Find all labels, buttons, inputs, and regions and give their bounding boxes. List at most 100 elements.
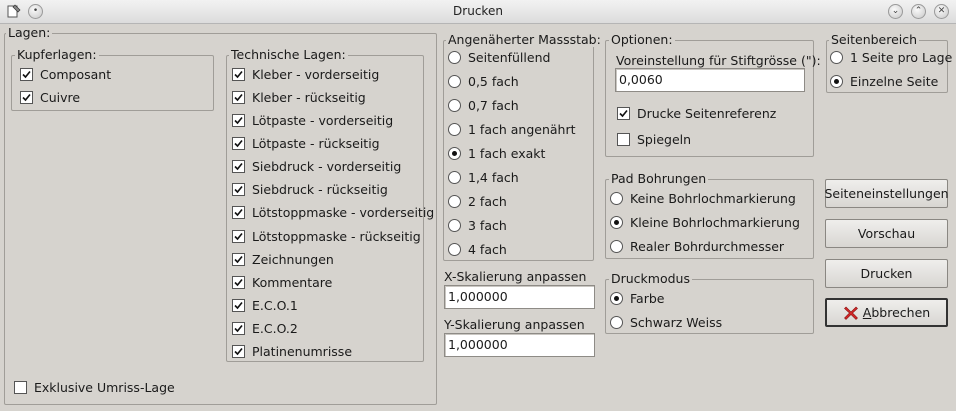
scale-option-radio[interactable]: 4 fach: [448, 240, 507, 258]
scale-option-label: 1,4 fach: [468, 169, 519, 185]
radio-circle[interactable]: [610, 291, 623, 305]
radio-circle[interactable]: [830, 74, 843, 88]
technical-layer-checkbox[interactable]: Lötstoppmaske - vorderseitig: [232, 204, 434, 222]
radio-circle[interactable]: [610, 215, 623, 229]
print-button[interactable]: Drucken: [825, 259, 948, 288]
checkbox-box[interactable]: [232, 299, 245, 312]
radio-circle[interactable]: [448, 242, 461, 256]
page-reference-checkbox[interactable]: Drucke Seitenreferenz: [617, 104, 776, 122]
checkbox-box[interactable]: [232, 252, 245, 266]
technical-layer-checkbox[interactable]: Siebdruck - rückseitig: [232, 181, 388, 199]
checkbox-box[interactable]: [232, 183, 245, 197]
scale-option-label: 2 fach: [468, 193, 507, 209]
drill-group-label: Pad Bohrungen: [609, 171, 709, 186]
technical-layer-checkbox[interactable]: Platinenumrisse: [232, 343, 352, 361]
page-range-option-label: 1 Seite pro Lage: [850, 49, 953, 65]
drill-option-radio[interactable]: Realer Bohrdurchmesser: [610, 237, 784, 255]
technical-layer-label: Kleber - rückseitig: [252, 89, 366, 105]
checkbox-box[interactable]: [232, 113, 245, 127]
radio-circle[interactable]: [448, 98, 461, 112]
drill-option-label: Kleine Bohrlochmarkierung: [630, 214, 800, 230]
technical-layer-label: Lötpaste - vorderseitig: [252, 112, 394, 128]
y-scale-input[interactable]: 1,000000: [444, 333, 595, 357]
checkbox-box[interactable]: [232, 90, 245, 104]
checkbox-box[interactable]: [14, 380, 27, 394]
checkbox-box[interactable]: [232, 206, 245, 220]
print-mode-option-radio[interactable]: Schwarz Weiss: [610, 313, 722, 331]
page-range-option-radio[interactable]: Einzelne Seite: [830, 72, 938, 90]
technical-layer-checkbox[interactable]: E.C.O.1: [232, 297, 298, 315]
scale-option-label: 4 fach: [468, 241, 507, 257]
technical-layer-checkbox[interactable]: Kleber - rückseitig: [232, 88, 366, 106]
checkbox-box[interactable]: [232, 229, 245, 243]
radio-circle[interactable]: [448, 170, 461, 184]
copper-layer-checkbox[interactable]: Cuivre: [20, 89, 80, 107]
minimize-icon[interactable]: ⌄: [888, 4, 903, 19]
preview-button[interactable]: Vorschau: [825, 219, 948, 248]
y-scale-label: Y-Skalierung anpassen: [444, 317, 585, 332]
checkbox-box[interactable]: [232, 160, 245, 174]
radio-circle[interactable]: [830, 50, 843, 64]
checkbox-box[interactable]: [232, 136, 245, 150]
x-scale-label: X-Skalierung anpassen: [444, 269, 587, 284]
radio-circle[interactable]: [448, 146, 461, 160]
checkbox-box[interactable]: [20, 67, 33, 81]
radio-circle[interactable]: [610, 315, 623, 329]
close-icon[interactable]: ✕: [934, 4, 949, 19]
checkbox-box[interactable]: [232, 345, 245, 359]
radio-circle[interactable]: [448, 194, 461, 208]
scale-option-radio[interactable]: 0,7 fach: [448, 96, 519, 114]
technical-layer-checkbox[interactable]: Lötpaste - rückseitig: [232, 134, 380, 152]
radio-circle[interactable]: [448, 218, 461, 232]
technical-layer-checkbox[interactable]: Lötstoppmaske - rückseitig: [232, 227, 421, 245]
pen-size-input[interactable]: 0,0060: [615, 68, 805, 92]
scale-option-radio[interactable]: 0,5 fach: [448, 72, 519, 90]
checkbox-box[interactable]: [232, 275, 245, 289]
page-range-option-radio[interactable]: 1 Seite pro Lage: [830, 48, 952, 66]
checkbox-box[interactable]: [232, 67, 245, 81]
scale-option-radio[interactable]: 1,4 fach: [448, 168, 519, 186]
technical-layer-checkbox[interactable]: Lötpaste - vorderseitig: [232, 111, 393, 129]
checkbox-box[interactable]: [20, 91, 33, 104]
technical-layer-checkbox[interactable]: Kommentare: [232, 273, 332, 291]
page-setup-button[interactable]: Seiteneinstellungen: [824, 179, 949, 208]
mirror-checkbox[interactable]: Spiegeln: [617, 130, 691, 148]
radio-circle[interactable]: [448, 50, 461, 64]
checkbox-box[interactable]: [617, 106, 630, 120]
radio-circle[interactable]: [448, 74, 461, 88]
scale-option-label: 0,7 fach: [468, 97, 519, 113]
technical-layer-checkbox[interactable]: Kleber - vorderseitig: [232, 65, 379, 83]
radio-selected-dot: [614, 219, 619, 225]
drill-option-radio[interactable]: Keine Bohrlochmarkierung: [610, 189, 796, 207]
technical-layer-checkbox[interactable]: Siebdruck - vorderseitig: [232, 158, 401, 176]
copper-layer-label: Composant: [40, 66, 112, 82]
cancel-label-mnemonic: A: [862, 305, 872, 320]
scale-option-radio[interactable]: 1 fach angenährt: [448, 120, 576, 138]
technical-layer-checkbox[interactable]: E.C.O.2: [232, 320, 298, 338]
scale-option-radio[interactable]: 1 fach exakt: [448, 144, 545, 162]
copper-layer-label: Cuivre: [40, 90, 81, 105]
radio-circle[interactable]: [448, 122, 461, 136]
checkbox-box[interactable]: [617, 132, 630, 146]
drill-option-radio[interactable]: Kleine Bohrlochmarkierung: [610, 213, 800, 231]
title-bar[interactable]: • Drucken ⌄ ⌃ ✕: [0, 0, 956, 24]
drill-option-label: Realer Bohrdurchmesser: [630, 238, 785, 254]
scale-option-radio[interactable]: 2 fach: [448, 192, 507, 210]
maximize-icon[interactable]: ⌃: [911, 4, 926, 19]
copper-layer-checkbox[interactable]: Composant: [20, 65, 111, 83]
checkbox-box[interactable]: [232, 322, 245, 336]
exclusive-edge-checkbox[interactable]: Exklusive Umriss-Lage: [14, 378, 175, 396]
copper-layers-label: Kupferlagen:: [15, 47, 99, 62]
scale-option-radio[interactable]: 3 fach: [448, 216, 507, 234]
technical-layer-label: Zeichnungen: [252, 251, 334, 267]
print-mode-option-radio[interactable]: Farbe: [610, 289, 664, 307]
pen-size-label: Voreinstellung für Stiftgrösse ("):: [616, 53, 821, 68]
x-scale-input[interactable]: 1,000000: [444, 285, 595, 309]
radio-circle[interactable]: [610, 239, 623, 253]
scale-option-radio[interactable]: Seitenfüllend: [448, 48, 550, 66]
cancel-button[interactable]: Abbrechen: [825, 298, 948, 327]
radio-selected-dot: [614, 295, 619, 301]
print-mode-option-label: Schwarz Weiss: [630, 314, 723, 330]
technical-layer-checkbox[interactable]: Zeichnungen: [232, 250, 334, 268]
radio-circle[interactable]: [610, 191, 623, 205]
